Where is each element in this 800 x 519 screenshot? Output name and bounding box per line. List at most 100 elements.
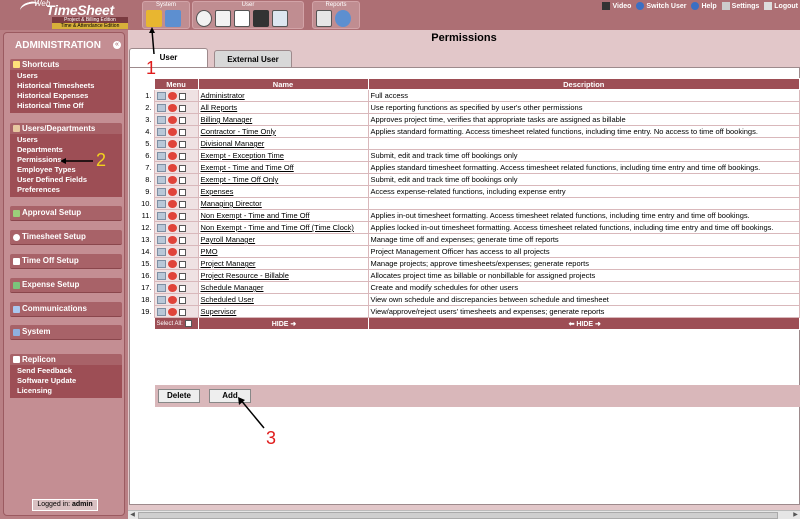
name-column-header[interactable]: Name xyxy=(197,78,369,90)
row-checkbox[interactable] xyxy=(178,284,186,292)
permission-name-link[interactable]: Divisional Manager xyxy=(201,139,265,148)
permission-name-link[interactable]: Scheduled User xyxy=(201,295,254,304)
delete-icon[interactable] xyxy=(167,176,177,184)
sidebar-item-send-feedback[interactable]: Send Feedback xyxy=(17,366,122,376)
edit-icon[interactable] xyxy=(156,164,166,172)
tab-user[interactable]: User xyxy=(129,48,208,68)
horizontal-scrollbar[interactable]: ◀ ▶ xyxy=(128,510,800,519)
row-checkbox[interactable] xyxy=(178,188,186,196)
edit-icon[interactable] xyxy=(156,92,166,100)
delete-icon[interactable] xyxy=(167,188,177,196)
scroll-right-icon[interactable]: ▶ xyxy=(791,511,800,519)
delete-icon[interactable] xyxy=(167,260,177,268)
delete-icon[interactable] xyxy=(167,140,177,148)
collapse-sidebar-icon[interactable]: « xyxy=(113,41,121,49)
row-checkbox[interactable] xyxy=(178,200,186,208)
time-off-setup-header[interactable]: Time Off Setup xyxy=(10,254,122,269)
permission-name-link[interactable]: All Reports xyxy=(201,103,238,112)
delete-icon[interactable] xyxy=(167,308,177,316)
edit-icon[interactable] xyxy=(156,296,166,304)
delete-icon[interactable] xyxy=(167,116,177,124)
row-checkbox[interactable] xyxy=(178,116,186,124)
sidebar-item-historical-timesheets[interactable]: Historical Timesheets xyxy=(17,81,122,91)
approval-setup-header[interactable]: Approval Setup xyxy=(10,206,122,221)
edit-icon[interactable] xyxy=(156,200,166,208)
edit-icon[interactable] xyxy=(156,152,166,160)
delete-icon[interactable] xyxy=(167,236,177,244)
timesheet-setup-header[interactable]: Timesheet Setup xyxy=(10,230,122,245)
sidebar-item-user-defined-fields[interactable]: User Defined Fields xyxy=(17,175,122,185)
document-search-icon[interactable] xyxy=(272,10,288,27)
permission-name-link[interactable]: Project Manager xyxy=(201,259,256,268)
sidebar-item-users[interactable]: Users xyxy=(17,135,122,145)
edit-icon[interactable] xyxy=(156,116,166,124)
delete-icon[interactable] xyxy=(167,128,177,136)
time-off-clock-icon[interactable] xyxy=(215,10,231,27)
row-checkbox[interactable] xyxy=(178,308,186,316)
edit-icon[interactable] xyxy=(156,140,166,148)
sidebar-item-historical-time-off[interactable]: Historical Time Off xyxy=(17,101,122,111)
timesheet-clock-icon[interactable] xyxy=(196,10,212,27)
sidebar-item-licensing[interactable]: Licensing xyxy=(17,386,122,396)
tab-external-user[interactable]: External User xyxy=(214,50,292,68)
edit-icon[interactable] xyxy=(156,128,166,136)
permission-name-link[interactable]: Payroll Manager xyxy=(201,235,256,244)
row-checkbox[interactable] xyxy=(178,296,186,304)
hide-description-column-button[interactable]: ⬅ HIDE ➜ xyxy=(367,317,800,330)
delete-icon[interactable] xyxy=(167,200,177,208)
row-checkbox[interactable] xyxy=(178,236,186,244)
delete-icon[interactable] xyxy=(167,272,177,280)
delete-icon[interactable] xyxy=(167,164,177,172)
administration-icon[interactable] xyxy=(146,10,162,27)
delete-icon[interactable] xyxy=(167,284,177,292)
calendar-icon[interactable] xyxy=(234,10,250,27)
permission-name-link[interactable]: Administrator xyxy=(201,91,245,100)
add-button[interactable]: Add xyxy=(209,389,251,403)
edit-icon[interactable] xyxy=(156,260,166,268)
edit-icon[interactable] xyxy=(156,308,166,316)
sidebar-item-preferences[interactable]: Preferences xyxy=(17,185,122,195)
row-checkbox[interactable] xyxy=(178,164,186,172)
permission-name-link[interactable]: Managing Director xyxy=(201,199,262,208)
sidebar-item-permissions[interactable]: Permissions xyxy=(17,155,122,165)
permission-name-link[interactable]: Schedule Manager xyxy=(201,283,264,292)
edit-icon[interactable] xyxy=(156,104,166,112)
edit-icon[interactable] xyxy=(156,176,166,184)
logout-link[interactable]: Logout xyxy=(764,2,798,10)
delete-button[interactable]: Delete xyxy=(158,389,200,403)
row-checkbox[interactable] xyxy=(178,248,186,256)
sidebar-item-departments[interactable]: Departments xyxy=(17,145,122,155)
row-checkbox[interactable] xyxy=(178,128,186,136)
permission-name-link[interactable]: Exempt - Exception Time xyxy=(201,151,284,160)
scroll-left-icon[interactable]: ◀ xyxy=(128,511,137,519)
delete-icon[interactable] xyxy=(167,212,177,220)
row-checkbox[interactable] xyxy=(178,272,186,280)
permission-name-link[interactable]: Project Resource - Billable xyxy=(201,271,289,280)
description-column-header[interactable]: Description xyxy=(367,78,800,90)
row-checkbox[interactable] xyxy=(178,92,186,100)
permission-name-link[interactable]: PMO xyxy=(201,247,218,256)
permission-name-link[interactable]: Expenses xyxy=(201,187,234,196)
row-checkbox[interactable] xyxy=(178,176,186,184)
permission-name-link[interactable]: Exempt - Time and Time Off xyxy=(201,163,294,172)
edit-icon[interactable] xyxy=(156,212,166,220)
reports-icon[interactable] xyxy=(316,10,332,27)
row-checkbox[interactable] xyxy=(178,104,186,112)
permission-name-link[interactable]: Non Exempt - Time and Time Off (Time Clo… xyxy=(201,223,354,232)
system-header[interactable]: System xyxy=(10,325,122,340)
edit-icon[interactable] xyxy=(156,188,166,196)
edit-icon[interactable] xyxy=(156,248,166,256)
sidebar-item-users[interactable]: Users xyxy=(17,71,122,81)
permission-name-link[interactable]: Billing Manager xyxy=(201,115,253,124)
delete-icon[interactable] xyxy=(167,92,177,100)
users-departments-header[interactable]: Users/Departments xyxy=(10,123,122,134)
row-checkbox[interactable] xyxy=(178,212,186,220)
edit-icon[interactable] xyxy=(156,272,166,280)
edit-icon[interactable] xyxy=(156,236,166,244)
help-link[interactable]: Help xyxy=(691,2,717,10)
shortcuts-header[interactable]: Shortcuts xyxy=(10,59,122,70)
permission-name-link[interactable]: Exempt - Time Off Only xyxy=(201,175,279,184)
communications-header[interactable]: Communications xyxy=(10,302,122,317)
expense-setup-header[interactable]: Expense Setup xyxy=(10,278,122,293)
delete-icon[interactable] xyxy=(167,248,177,256)
